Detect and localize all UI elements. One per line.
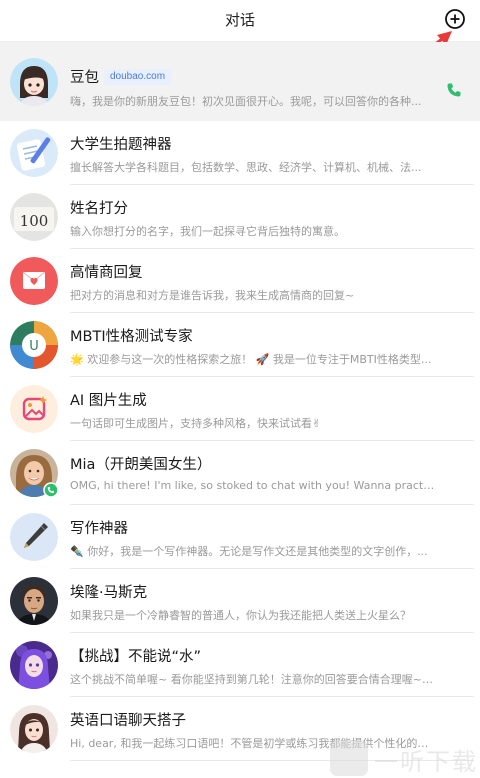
domain-badge: doubao.com bbox=[104, 69, 172, 85]
avatar-eq-reply bbox=[10, 257, 58, 305]
conversation-name: 写作神器 bbox=[70, 521, 128, 537]
conversation-row[interactable]: AI 图片生成 一句话即可生成图片，支持多种风格，快来试试看✌ bbox=[0, 377, 480, 441]
avatar-elon-musk bbox=[10, 577, 58, 625]
conversation-name: 豆包 bbox=[70, 70, 99, 86]
add-conversation-icon[interactable] bbox=[444, 8, 466, 30]
conversation-preview: 输入你想打分的名字，我们一起探寻它背后独特的寓意。 bbox=[70, 225, 345, 238]
avatar-exam-solver bbox=[10, 129, 58, 177]
watermark: 一听下载 bbox=[328, 738, 480, 778]
conversation-row[interactable]: 【挑战】不能说“水” 这个挑战不简单喔~ 看你能坚持到第几轮！注意你的回答要合情… bbox=[0, 633, 480, 697]
avatar-ai-image bbox=[10, 385, 58, 433]
conversation-name: AI 图片生成 bbox=[70, 393, 147, 409]
avatar-name-score: 100 bbox=[10, 193, 58, 241]
page-title: 对话 bbox=[224, 11, 255, 29]
svg-text:100: 100 bbox=[20, 212, 49, 230]
watermark-logo-icon bbox=[330, 740, 368, 776]
avatar-mia bbox=[10, 449, 59, 498]
conversation-name: 英语口语聊天搭子 bbox=[70, 713, 186, 729]
conversation-name: 埃隆·马斯克 bbox=[70, 585, 148, 601]
conversation-list: 豆包 doubao.com 嗨，我是你的新朋友豆包！初次见面很开心。我呢，可以回… bbox=[0, 42, 480, 761]
avatar-writing bbox=[10, 513, 58, 561]
phone-icon[interactable] bbox=[446, 82, 462, 98]
conversation-row-doubao[interactable]: 豆包 doubao.com 嗨，我是你的新朋友豆包！初次见面很开心。我呢，可以回… bbox=[0, 42, 480, 121]
conversation-preview: 把对方的消息和对方是谁告诉我，我来生成高情商的回复~ bbox=[70, 289, 355, 302]
conversation-row[interactable]: 大学生拍题神器 擅长解答大学各科题目，包括数学、思政、经济学、计算机、机械、法.… bbox=[0, 121, 480, 185]
avatar-doubao bbox=[10, 58, 58, 106]
svg-text:U: U bbox=[29, 339, 39, 354]
conversation-name: 大学生拍题神器 bbox=[70, 137, 172, 153]
conversation-row[interactable]: 100 姓名打分 输入你想打分的名字，我们一起探寻它背后独特的寓意。 bbox=[0, 185, 480, 249]
conversation-preview: 这个挑战不简单喔~ 看你能坚持到第几轮！注意你的回答要合情合理喔~ ... bbox=[70, 673, 435, 686]
avatar-challenge bbox=[10, 641, 58, 689]
avatar-mbti: U bbox=[10, 321, 58, 369]
conversation-name: 【挑战】不能说“水” bbox=[70, 649, 202, 665]
conversation-row[interactable]: 埃隆·马斯克 如果我只是一个冷静睿智的普通人，你认为我还能把人类送上火星么？ bbox=[0, 569, 480, 633]
conversation-row[interactable]: 高情商回复 把对方的消息和对方是谁告诉我，我来生成高情商的回复~ bbox=[0, 249, 480, 313]
conversation-preview: 如果我只是一个冷静睿智的普通人，你认为我还能把人类送上火星么？ bbox=[70, 609, 411, 622]
conversation-name: 高情商回复 bbox=[70, 265, 143, 281]
conversation-row[interactable]: 写作神器 ✒️ 你好，我是一个写作神器。无论是写作文还是其他类型的文字创作，..… bbox=[0, 505, 480, 569]
watermark-text: 一听下载 bbox=[374, 748, 478, 776]
conversation-preview: 嗨，我是你的新朋友豆包！初次见面很开心。我呢，可以回答你的各种... bbox=[70, 95, 422, 108]
conversation-preview: ✒️ 你好，我是一个写作神器。无论是写作文还是其他类型的文字创作，... bbox=[70, 545, 428, 558]
conversation-preview: 🌟 欢迎参与这一次的性格探索之旅！ 🚀 我是一位专注于MBTI性格类型... bbox=[70, 353, 432, 366]
conversation-row[interactable]: Mia（开朗美国女生） OMG, hi there! I'm like, so … bbox=[0, 441, 480, 505]
conversation-preview: 擅长解答大学各科题目，包括数学、思政、经济学、计算机、机械、法... bbox=[70, 161, 422, 174]
conversation-row[interactable]: U MBTI性格测试专家 🌟 欢迎参与这一次的性格探索之旅！ 🚀 我是一位专注于… bbox=[0, 313, 480, 377]
conversation-name: MBTI性格测试专家 bbox=[70, 329, 193, 345]
top-bar: 对话 bbox=[0, 0, 480, 42]
conversation-name: Mia（开朗美国女生） bbox=[70, 457, 212, 473]
avatar-english-partner bbox=[10, 705, 58, 753]
conversation-preview: OMG, hi there! I'm like, so stoked to ch… bbox=[70, 479, 435, 492]
conversation-name: 姓名打分 bbox=[70, 201, 128, 217]
conversation-preview: 一句话即可生成图片，支持多种风格，快来试试看✌ bbox=[70, 417, 322, 430]
